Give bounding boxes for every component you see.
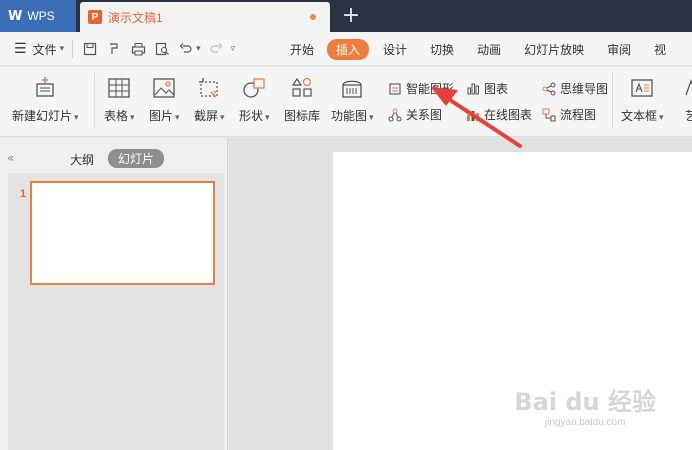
flowchart-button[interactable]: 流程图 xyxy=(541,106,596,123)
presentation-file-icon: P xyxy=(88,10,102,24)
wps-logo-icon: W xyxy=(8,8,23,24)
icon-library-label: 图标库 xyxy=(284,109,321,123)
smart-art-button[interactable]: 智能图形 xyxy=(387,80,454,97)
picture-chevron-icon[interactable]: ▾ xyxy=(175,113,180,123)
print-preview-icon[interactable] xyxy=(153,40,171,58)
tab-slides[interactable]: 幻灯片 xyxy=(108,149,165,168)
online-chart-label: 在线图表 xyxy=(484,108,533,122)
divider xyxy=(94,73,95,129)
text-box-chevron-icon[interactable]: ▾ xyxy=(659,113,664,123)
shape-icon xyxy=(241,75,267,101)
menu-bar: ☰ 文件 ▾ ▾ ▿ 开始 插入 设计 切换 动画 幻灯片放映 审阅 视 xyxy=(0,32,692,66)
online-chart-button[interactable]: 在线图表 xyxy=(465,106,532,123)
watermark-main-text: Bai du 经验 xyxy=(514,388,656,416)
smart-art-icon xyxy=(387,81,403,97)
chart-button[interactable]: 图表 xyxy=(465,80,508,97)
document-tab[interactable]: P 演示文稿1 xyxy=(80,2,330,32)
tab-insert[interactable]: 插入 xyxy=(327,38,370,60)
icon-library-icon xyxy=(289,75,315,101)
art-text-icon xyxy=(678,75,692,101)
shape-button[interactable]: 形状 ▾ xyxy=(239,75,270,124)
undo-dropdown-chevron-icon[interactable]: ▾ xyxy=(196,44,201,54)
new-slide-label: 新建幻灯片 xyxy=(12,109,73,123)
flowchart-label: 流程图 xyxy=(560,108,597,122)
divider xyxy=(612,73,613,129)
shape-chevron-icon[interactable]: ▾ xyxy=(265,113,270,123)
screenshot-label: 截屏 xyxy=(194,109,219,123)
icon-library-button[interactable]: 图标库 xyxy=(284,75,320,124)
tab-view[interactable]: 视 xyxy=(654,41,666,58)
tab-slideshow[interactable]: 幻灯片放映 xyxy=(524,41,584,58)
picture-label: 图片 xyxy=(149,109,174,123)
document-title: 演示文稿1 xyxy=(108,10,163,25)
table-label: 表格 xyxy=(104,109,129,123)
slide-thumbnail[interactable] xyxy=(30,181,215,285)
table-button[interactable]: 表格 ▾ xyxy=(104,75,135,124)
title-bar: W WPS P 演示文稿1 + xyxy=(0,0,692,32)
wps-app-name: WPS xyxy=(27,9,55,23)
function-chart-button[interactable]: 功能图 ▾ xyxy=(331,75,374,124)
tab-animation[interactable]: 动画 xyxy=(477,41,501,58)
redo-icon[interactable] xyxy=(207,40,225,58)
baidu-watermark: Bai du 经验 jingyan.baidu.com xyxy=(514,382,656,428)
screenshot-chevron-icon[interactable]: ▾ xyxy=(220,113,225,123)
smart-art-label: 智能图形 xyxy=(406,82,455,96)
mind-map-label: 思维导图 xyxy=(560,82,609,96)
new-slide-button[interactable]: 新建幻灯片 ▾ xyxy=(12,75,79,124)
screenshot-icon xyxy=(196,75,222,101)
function-chart-chevron-icon[interactable]: ▾ xyxy=(369,113,374,123)
format-painter-icon[interactable] xyxy=(105,40,123,58)
new-slide-icon xyxy=(32,75,58,101)
new-tab-plus-icon[interactable]: + xyxy=(340,2,362,28)
undo-icon[interactable] xyxy=(177,40,195,58)
quick-access-more-chevron-icon[interactable]: ▿ xyxy=(231,44,236,54)
text-box-label: 文本框 xyxy=(621,109,658,123)
relation-chart-button[interactable]: 关系图 xyxy=(387,106,442,123)
wps-home-tab[interactable]: W WPS xyxy=(0,0,76,32)
collapse-panel-icon[interactable]: « xyxy=(7,151,14,165)
chart-label: 图表 xyxy=(484,82,509,96)
tab-transition[interactable]: 切换 xyxy=(430,41,454,58)
menu-hamburger-icon[interactable]: ☰ xyxy=(14,41,27,57)
tab-outline[interactable]: 大纲 xyxy=(70,151,94,168)
picture-icon xyxy=(151,75,177,101)
mind-map-icon xyxy=(541,81,557,97)
table-chevron-icon[interactable]: ▾ xyxy=(130,113,135,123)
tab-home[interactable]: 开始 xyxy=(290,41,314,58)
watermark-url-text: jingyan.baidu.com xyxy=(544,417,626,428)
text-box-button[interactable]: 文本框 ▾ xyxy=(621,75,664,124)
insert-ribbon: 新建幻灯片 ▾ 表格 ▾ 图片 ▾ 截屏 ▾ 形状 ▾ 图标库 功能图 ▾ 智能… xyxy=(0,67,692,137)
art-text-button[interactable]: 艺 xyxy=(678,75,692,124)
text-box-icon xyxy=(629,75,655,101)
table-icon xyxy=(106,75,132,101)
print-icon[interactable] xyxy=(129,40,147,58)
save-icon[interactable] xyxy=(81,40,99,58)
chart-icon xyxy=(465,81,481,97)
slide-number: 1 xyxy=(20,188,27,200)
screenshot-button[interactable]: 截屏 ▾ xyxy=(194,75,225,124)
new-slide-chevron-icon[interactable]: ▾ xyxy=(74,113,79,123)
tab-review[interactable]: 审阅 xyxy=(607,41,631,58)
picture-button[interactable]: 图片 ▾ xyxy=(149,75,180,124)
shape-label: 形状 xyxy=(239,109,264,123)
file-dropdown-chevron-icon[interactable]: ▾ xyxy=(60,44,65,54)
unsaved-dot-icon xyxy=(310,14,316,20)
file-menu-button[interactable]: 文件 xyxy=(33,41,57,58)
flowchart-icon xyxy=(541,107,557,123)
tab-design[interactable]: 设计 xyxy=(383,41,407,58)
function-chart-icon xyxy=(339,75,365,101)
online-chart-icon xyxy=(465,107,481,123)
relation-chart-icon xyxy=(387,107,403,123)
relation-chart-label: 关系图 xyxy=(406,108,443,122)
mind-map-button[interactable]: 思维导图 xyxy=(541,80,608,97)
function-chart-label: 功能图 xyxy=(331,109,368,123)
divider xyxy=(72,40,74,58)
art-text-label: 艺 xyxy=(684,109,692,123)
